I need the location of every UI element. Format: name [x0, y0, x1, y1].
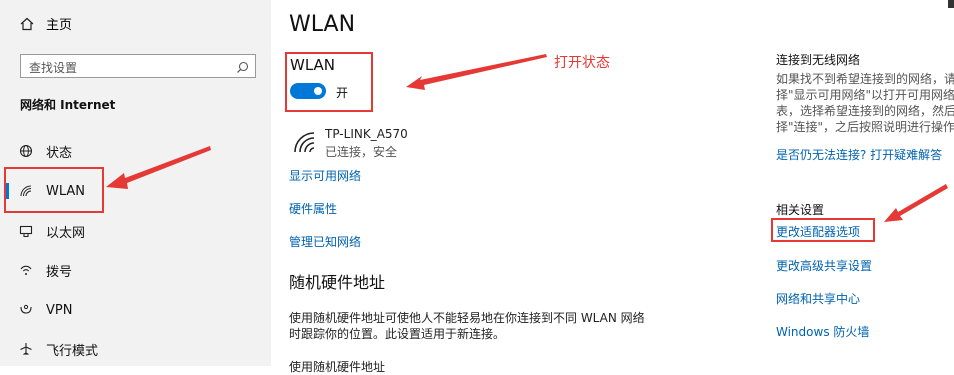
arrow-to-wlan-toggle: [406, 54, 547, 90]
arrow-to-sidebar-wlan: [106, 146, 211, 189]
annotation-arrows: [106, 54, 948, 222]
arrow-to-adapter-options: [884, 184, 948, 222]
